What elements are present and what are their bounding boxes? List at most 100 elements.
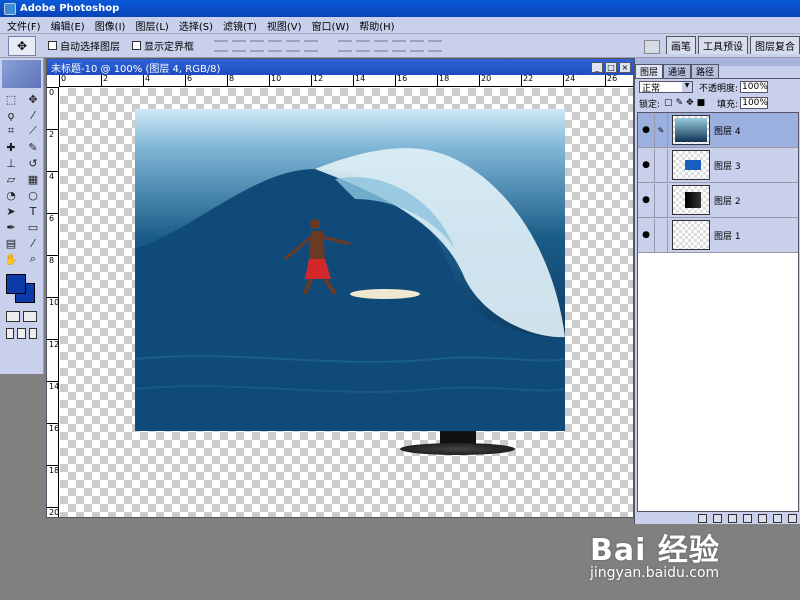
blur-icon[interactable]: ◔: [2, 188, 20, 202]
close-icon[interactable]: ×: [619, 61, 631, 73]
eye-icon[interactable]: ●: [638, 160, 654, 170]
blend-mode-select[interactable]: 正常 ▼: [639, 81, 693, 94]
menu-window[interactable]: 窗口(W): [307, 18, 355, 33]
link-slot[interactable]: [654, 148, 668, 182]
distribute-vcenter-icon[interactable]: [356, 39, 370, 52]
healing-brush-icon[interactable]: ✚: [2, 140, 20, 154]
hand-icon[interactable]: ✋: [2, 252, 20, 266]
path-selection-icon[interactable]: ➤: [2, 204, 20, 218]
lasso-icon[interactable]: ϙ: [2, 108, 20, 122]
layer-style-icon[interactable]: [713, 513, 722, 523]
fill-input[interactable]: 100%: [740, 97, 769, 109]
distribute-left-icon[interactable]: [392, 39, 406, 52]
file-browser-icon[interactable]: [644, 40, 660, 54]
align-hcenter-icon[interactable]: [286, 39, 300, 52]
standard-screen-icon[interactable]: [6, 328, 15, 339]
tab-layers[interactable]: 图层: [635, 64, 664, 78]
menu-help[interactable]: 帮助(H): [354, 18, 399, 33]
distribute-right-icon[interactable]: [428, 39, 442, 52]
brush-icon[interactable]: ✎: [24, 140, 42, 154]
transparent-canvas[interactable]: [60, 88, 633, 517]
tab-paths[interactable]: 路径: [691, 64, 720, 78]
lock-transparency-icon[interactable]: ▢: [664, 98, 673, 108]
toolbox-logo[interactable]: [2, 60, 41, 88]
text-icon[interactable]: T: [24, 204, 42, 218]
magic-wand-icon[interactable]: ⁄: [24, 108, 42, 122]
tool-preset-picker[interactable]: ✥: [8, 35, 36, 56]
menu-edit[interactable]: 编辑(E): [46, 18, 90, 33]
menu-select[interactable]: 选择(S): [174, 18, 218, 33]
new-layer-icon[interactable]: [773, 513, 782, 523]
surfer-wave-photo[interactable]: [135, 109, 565, 431]
eyedropper-icon[interactable]: ⁄: [24, 236, 42, 250]
checkbox-box[interactable]: [132, 41, 141, 50]
layer-row[interactable]: ● 图层 2: [638, 183, 798, 218]
distribute-top-icon[interactable]: [338, 39, 352, 52]
layer-row[interactable]: ● 图层 1: [638, 218, 798, 253]
layer-row[interactable]: ● 图层 3: [638, 148, 798, 183]
full-screen-menu-icon[interactable]: [17, 328, 26, 339]
layer-mask-icon[interactable]: [728, 513, 737, 523]
link-slot[interactable]: [654, 183, 668, 217]
menu-image[interactable]: 图像(I): [90, 18, 131, 33]
crop-icon[interactable]: ⌗: [2, 124, 20, 138]
align-right-icon[interactable]: [304, 39, 318, 52]
distribute-hcenter-icon[interactable]: [410, 39, 424, 52]
pen-icon[interactable]: ✒: [2, 220, 20, 234]
align-bottom-icon[interactable]: [250, 39, 264, 52]
brush-icon[interactable]: ✎: [654, 113, 668, 147]
menu-filter[interactable]: 滤镜(T): [218, 18, 262, 33]
standard-mode-icon[interactable]: [6, 311, 20, 322]
palette-tab-layer-comps[interactable]: 图层复合: [750, 36, 800, 54]
link-layers-icon[interactable]: [698, 513, 707, 523]
eraser-icon[interactable]: ▱: [2, 172, 20, 186]
new-group-icon[interactable]: [758, 513, 767, 523]
foreground-color-swatch[interactable]: [6, 274, 26, 294]
menu-view[interactable]: 视图(V): [262, 18, 307, 33]
opacity-input[interactable]: 100%: [740, 81, 769, 93]
auto-select-layer-checkbox[interactable]: 自动选择图层: [48, 38, 120, 53]
clone-stamp-icon[interactable]: ⊥: [2, 156, 20, 170]
gradient-icon[interactable]: ▦: [24, 172, 42, 186]
layer-row[interactable]: ● ✎ 图层 4: [638, 113, 798, 148]
delete-layer-icon[interactable]: [788, 513, 797, 523]
quick-mask-mode-icon[interactable]: [23, 311, 37, 322]
document-title-bar[interactable]: 未标题-10 @ 100% (图层 4, RGB/8) _ □ ×: [47, 59, 633, 75]
full-screen-icon[interactable]: [28, 328, 37, 339]
show-bounding-box-checkbox[interactable]: 显示定界框: [132, 38, 194, 53]
lock-pixels-icon[interactable]: ✎: [676, 98, 684, 108]
lock-position-icon[interactable]: ✥: [686, 98, 694, 108]
maximize-icon[interactable]: □: [605, 61, 617, 73]
eye-icon[interactable]: ●: [638, 125, 654, 135]
adjustment-layer-icon[interactable]: [743, 513, 752, 523]
ruler-tick: 4: [47, 171, 59, 181]
history-brush-icon[interactable]: ↺: [24, 156, 42, 170]
palette-tab-brushes[interactable]: 画笔: [666, 36, 696, 54]
dodge-icon[interactable]: ○: [24, 188, 42, 202]
align-left-icon[interactable]: [268, 39, 282, 52]
palette-tab-tool-presets[interactable]: 工具预设: [698, 36, 748, 54]
minimize-icon[interactable]: _: [591, 61, 603, 73]
vertical-ruler: 0 2 4 6 8 10 12 14 16 18 20: [47, 87, 59, 517]
slice-icon[interactable]: ⟋: [24, 124, 42, 138]
eye-icon[interactable]: ●: [638, 195, 654, 205]
layer-name: 图层 2: [714, 196, 741, 207]
options-bar: ✥ 自动选择图层 显示定界框 画笔 工具预设 图层复合: [0, 34, 800, 58]
lock-all-icon[interactable]: ■: [697, 98, 706, 108]
distribute-bottom-icon[interactable]: [374, 39, 388, 52]
zoom-icon[interactable]: ⌕: [24, 252, 42, 266]
checkbox-box[interactable]: [48, 41, 57, 50]
notes-icon[interactable]: ▤: [2, 236, 20, 250]
ruler-tick: 0: [59, 75, 66, 87]
marquee-icon[interactable]: ⬚: [2, 92, 20, 106]
menu-file[interactable]: 文件(F): [2, 18, 46, 33]
menu-layer[interactable]: 图层(L): [130, 18, 173, 33]
layer-thumbnail: [672, 115, 710, 145]
move-tool-icon[interactable]: ✥: [24, 92, 42, 106]
shape-icon[interactable]: ▭: [24, 220, 42, 234]
align-top-icon[interactable]: [214, 39, 228, 52]
link-slot[interactable]: [654, 218, 668, 252]
tab-channels[interactable]: 通道: [663, 64, 692, 78]
align-vcenter-icon[interactable]: [232, 39, 246, 52]
eye-icon[interactable]: ●: [638, 230, 654, 240]
